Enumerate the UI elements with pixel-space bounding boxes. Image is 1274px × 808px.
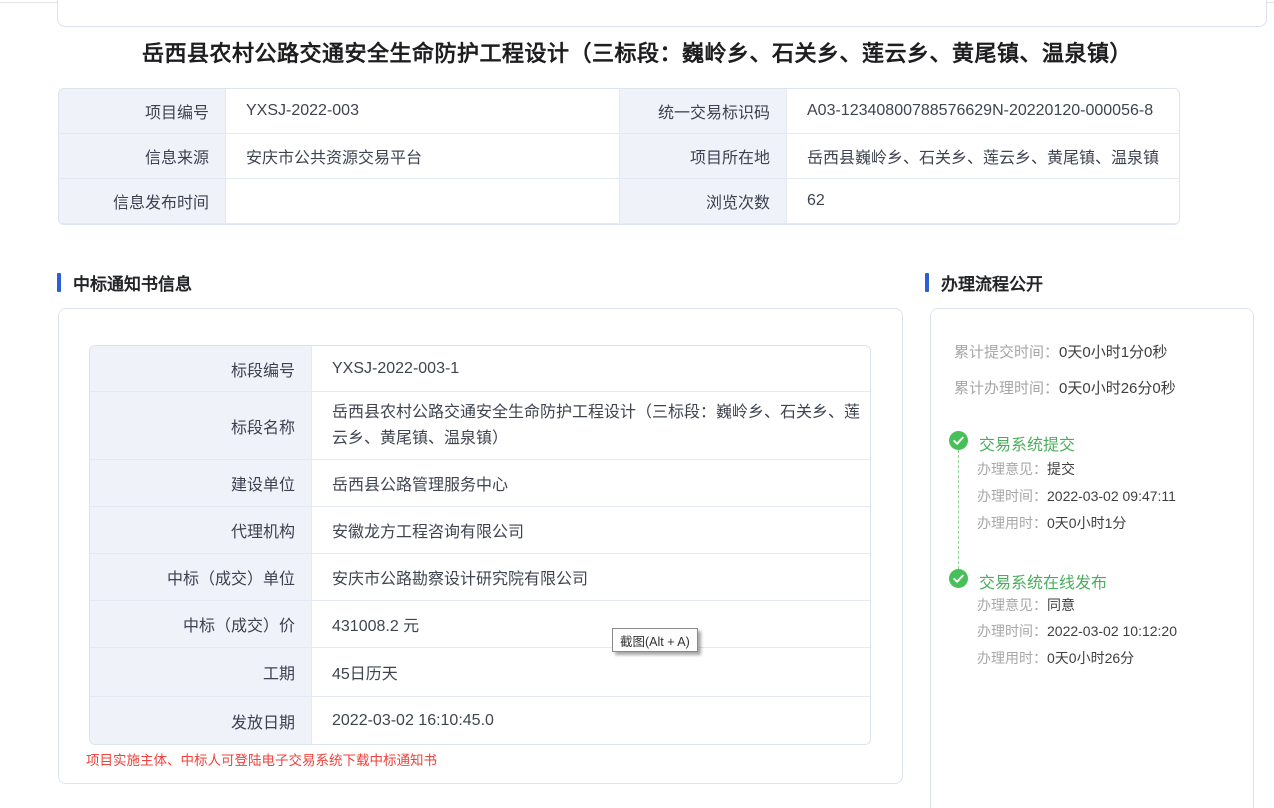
detail-label: 办理用时：: [977, 650, 1047, 666]
section-accent-bar: [925, 273, 929, 292]
process-card: 累计提交时间：0天0小时1分0秒 累计办理时间：0天0小时26分0秒 交易系统提…: [930, 308, 1254, 808]
detail-label: 办理意见：: [977, 461, 1047, 477]
step-detail: 办理用时：0天0小时1分: [977, 513, 1126, 533]
step-detail: 办理意见：提交: [977, 459, 1075, 479]
step-detail: 办理意见：同意: [977, 595, 1075, 615]
field-value: 431008.2 元: [312, 601, 870, 647]
detail-value: 2022-03-02 10:12:20: [1047, 623, 1177, 639]
field-label: 浏览次数: [620, 179, 786, 223]
field-label: 信息发布时间: [59, 179, 225, 223]
field-value: A03-12340800788576629N-20220120-000056-8: [787, 89, 1179, 133]
page: 岳西县农村公路交通安全生命防护工程设计（三标段：巍岭乡、石关乡、莲云乡、黄尾镇、…: [0, 0, 1274, 808]
field-label: 信息来源: [59, 134, 225, 178]
field-value: YXSJ-2022-003-1: [312, 346, 870, 391]
field-label: 项目编号: [59, 89, 225, 133]
check-circle-icon: [949, 431, 968, 450]
detail-value: 0天0小时1分: [1047, 515, 1126, 531]
detail-label: 办理时间：: [977, 623, 1047, 639]
field-value: 安徽龙方工程咨询有限公司: [312, 507, 870, 553]
summary-label: 累计办理时间：: [954, 380, 1059, 397]
field-label: 建设单位: [90, 460, 311, 506]
field-label: 标段名称: [90, 392, 311, 459]
step-title: 交易系统提交: [979, 431, 1075, 455]
field-label: 标段编号: [90, 346, 311, 391]
field-label: 工期: [90, 648, 311, 696]
summary-value: 0天0小时1分0秒: [1059, 344, 1167, 361]
field-value: 岳西县巍岭乡、石关乡、莲云乡、黄尾镇、温泉镇: [787, 134, 1179, 178]
detail-value: 同意: [1047, 597, 1075, 613]
field-label: 项目所在地: [620, 134, 786, 178]
summary-value: 0天0小时26分0秒: [1059, 380, 1176, 397]
detail-label: 办理时间：: [977, 488, 1047, 504]
check-circle-icon: [949, 569, 968, 588]
total-submit-time: 累计提交时间：0天0小时1分0秒: [954, 341, 1167, 362]
field-value: 安庆市公路勘察设计研究院有限公司: [312, 554, 870, 600]
step-title: 交易系统在线发布: [979, 569, 1107, 593]
detail-value: 0天0小时26分: [1047, 650, 1134, 666]
step-detail: 办理时间：2022-03-02 09:47:11: [977, 486, 1176, 506]
step-detail: 办理时间：2022-03-02 10:12:20: [977, 621, 1177, 641]
field-value: YXSJ-2022-003: [226, 89, 619, 133]
field-label: 代理机构: [90, 507, 311, 553]
page-title: 岳西县农村公路交通安全生命防护工程设计（三标段：巍岭乡、石关乡、莲云乡、黄尾镇、…: [0, 36, 1274, 68]
notice-table: 标段编号 YXSJ-2022-003-1 标段名称 岳西县农村公路交通安全生命防…: [89, 345, 871, 745]
field-value: 2022-03-02 16:10:45.0: [312, 697, 870, 744]
step-detail: 办理用时：0天0小时26分: [977, 648, 1134, 668]
field-value: 岳西县公路管理服务中心: [312, 460, 870, 506]
detail-value: 2022-03-02 09:47:11: [1047, 488, 1176, 504]
field-value: 45日历天: [312, 648, 870, 696]
total-process-time: 累计办理时间：0天0小时26分0秒: [954, 377, 1176, 398]
project-info-table: 项目编号 YXSJ-2022-003 统一交易标识码 A03-123408007…: [58, 88, 1180, 225]
field-label: 统一交易标识码: [620, 89, 786, 133]
field-value: 62: [787, 179, 1179, 223]
notice-card: 标段编号 YXSJ-2022-003-1 标段名称 岳西县农村公路交通安全生命防…: [58, 308, 903, 784]
notice-section-header: 中标通知书信息: [57, 271, 192, 293]
detail-label: 办理用时：: [977, 515, 1047, 531]
section-title: 办理流程公开: [941, 270, 1043, 295]
field-label: 发放日期: [90, 697, 311, 744]
section-title: 中标通知书信息: [73, 270, 192, 295]
process-section-header: 办理流程公开: [925, 271, 1043, 293]
field-value: 安庆市公共资源交易平台: [226, 134, 619, 178]
detail-label: 办理意见：: [977, 597, 1047, 613]
detail-value: 提交: [1047, 461, 1075, 477]
summary-label: 累计提交时间：: [954, 344, 1059, 361]
section-accent-bar: [57, 273, 61, 292]
previous-card-bottom-edge: [57, 0, 1267, 27]
screenshot-tooltip: 截图(Alt + A): [612, 628, 698, 652]
field-label: 中标（成交）价: [90, 601, 311, 647]
timeline-connector: [958, 450, 959, 569]
field-label: 中标（成交）单位: [90, 554, 311, 600]
field-value: 岳西县农村公路交通安全生命防护工程设计（三标段：巍岭乡、石关乡、莲云乡、黄尾镇、…: [312, 392, 870, 459]
field-value: [226, 179, 619, 223]
download-note: 项目实施主体、中标人可登陆电子交易系统下载中标通知书: [86, 749, 437, 769]
